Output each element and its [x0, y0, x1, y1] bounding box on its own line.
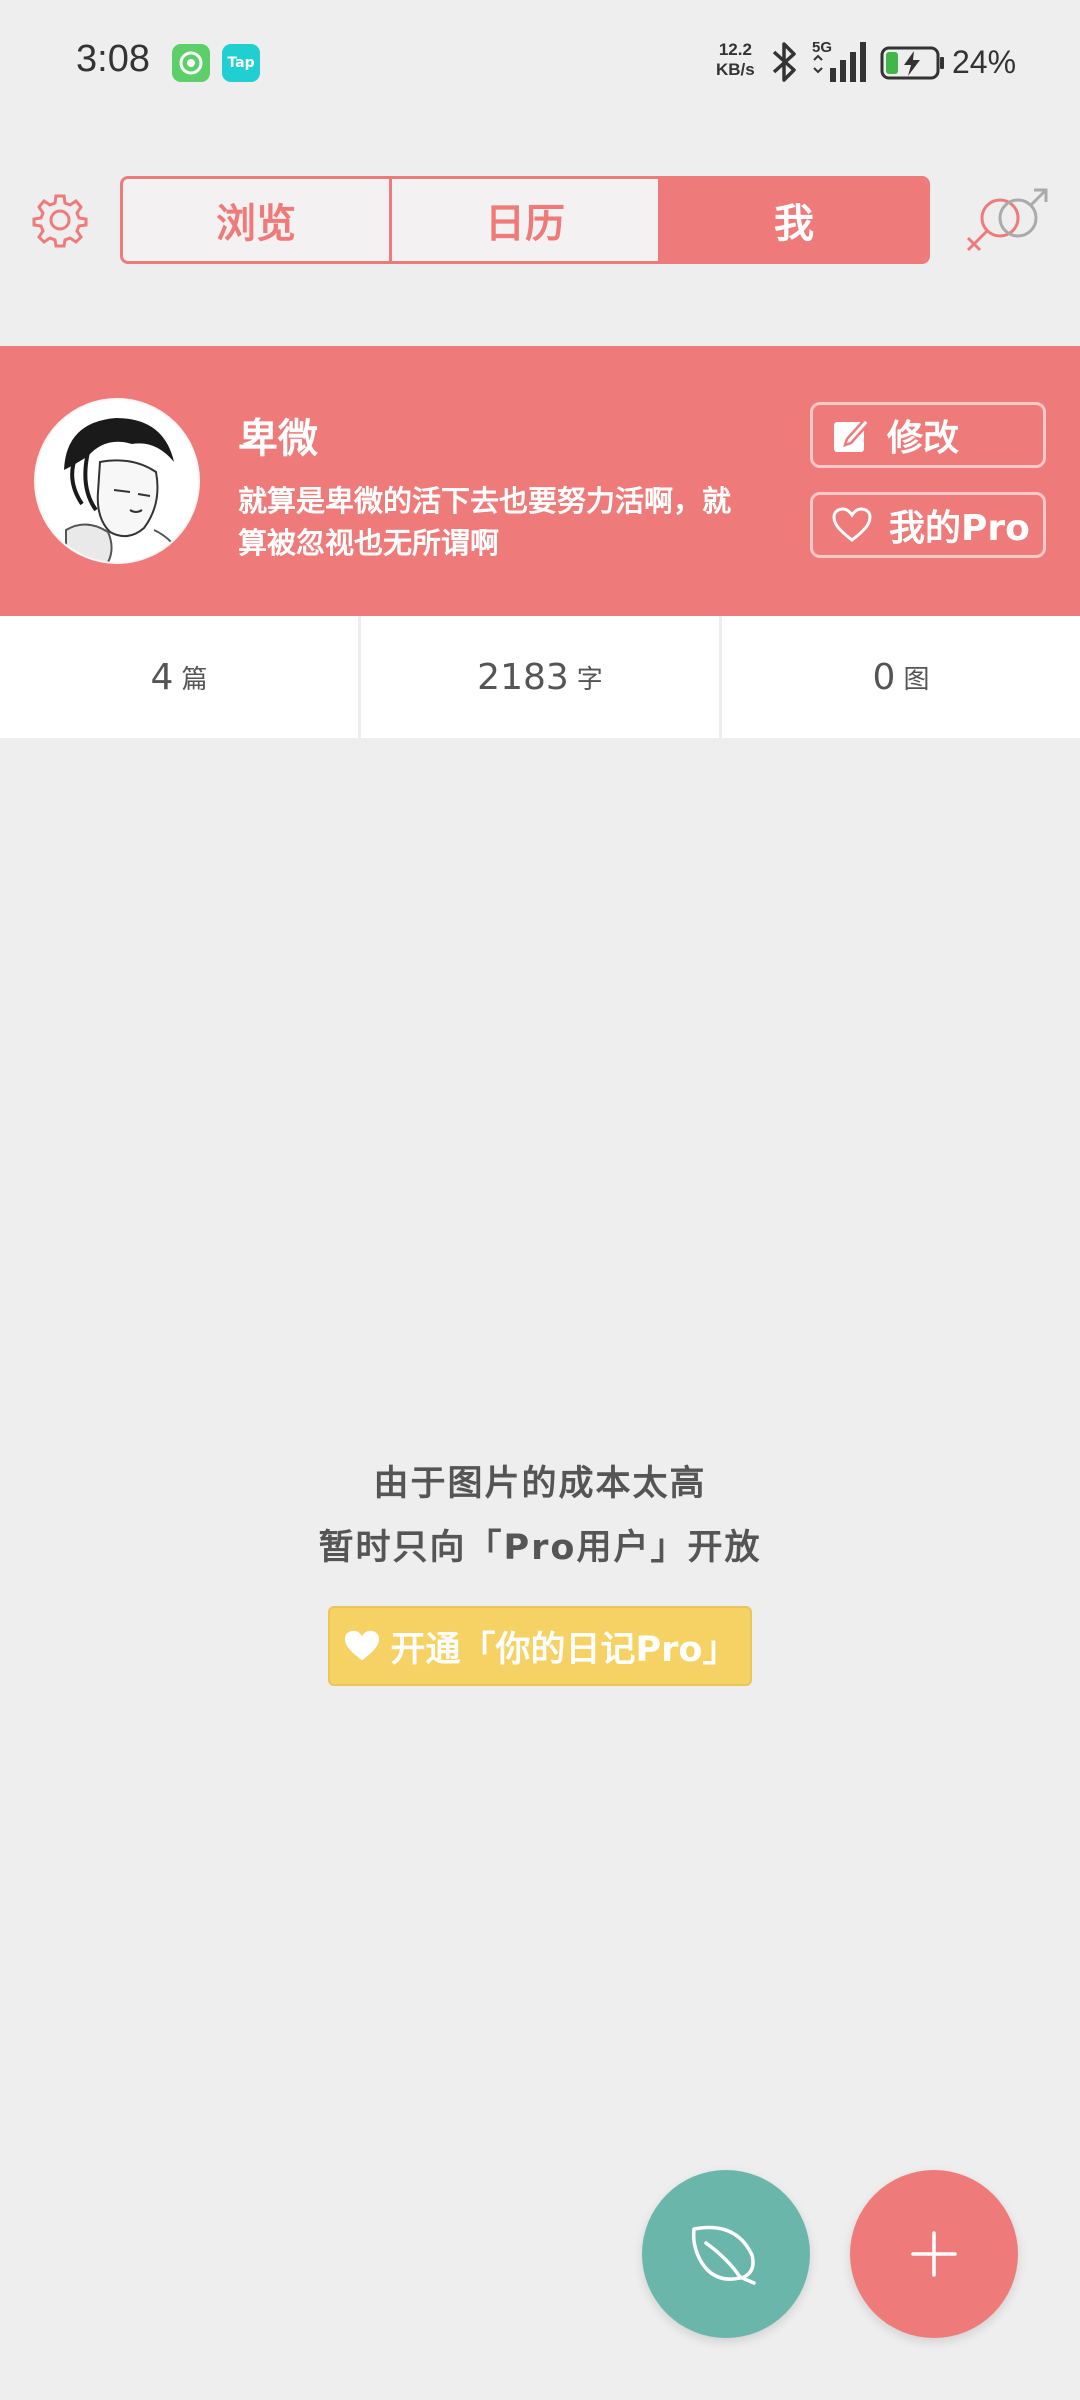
- tab-calendar[interactable]: 日历: [389, 179, 658, 261]
- heart-icon: [344, 1630, 379, 1661]
- heart-outline-icon: [832, 507, 872, 542]
- edit-icon: [834, 417, 871, 452]
- open-pro-button[interactable]: 开通「你的日记Pro」: [328, 1606, 752, 1686]
- tap-app-icon: Tap: [222, 44, 260, 82]
- main-tabs: 浏览 日历 我: [120, 176, 930, 264]
- plus-icon: [911, 2231, 957, 2277]
- edit-label: 修改: [887, 418, 960, 459]
- stat-entries: 4 篇: [0, 616, 358, 738]
- username: 卑微: [238, 416, 318, 462]
- stat-words-value: 2183: [477, 656, 569, 698]
- tab-me[interactable]: 我: [658, 179, 927, 261]
- profile-banner: 卑微 就算是卑微的活下去也要努力活啊，就算被忽视也无所谓啊 修改 我的Pro: [0, 346, 1080, 616]
- music-app-icon: [172, 44, 210, 82]
- gear-icon[interactable]: [32, 192, 88, 248]
- stat-words-unit: 字: [576, 664, 603, 695]
- battery-icon: [880, 46, 944, 80]
- bluetooth-icon: [772, 42, 796, 82]
- message-line-2: 暂时只向「Pro用户」开放: [318, 1528, 762, 1568]
- tab-browse-label: 浏览: [216, 201, 296, 247]
- tab-calendar-label: 日历: [485, 201, 565, 247]
- battery-percent: 24%: [952, 44, 1017, 80]
- leaf-fab-button[interactable]: [642, 2170, 810, 2338]
- open-pro-label: 开通「你的日记Pro」: [390, 1629, 738, 1670]
- status-bar: 3:08 Tap 12.2 KB/s 5G 24%: [0, 0, 1080, 110]
- stat-images-value: 0: [872, 656, 896, 698]
- user-bio: 就算是卑微的活下去也要努力活啊，就算被忽视也无所谓啊: [238, 484, 732, 560]
- tab-browse[interactable]: 浏览: [123, 179, 389, 261]
- my-pro-button[interactable]: 我的Pro: [810, 492, 1046, 558]
- tab-me-label: 我: [774, 201, 814, 247]
- edit-profile-button[interactable]: 修改: [810, 402, 1046, 468]
- stats-bar: 4 篇 2183 字 0 图: [0, 616, 1080, 738]
- stat-entries-value: 4: [150, 656, 174, 698]
- status-time: 3:08: [76, 38, 150, 80]
- net-speed-value: 12.2: [718, 40, 752, 59]
- stat-images-unit: 图: [903, 664, 930, 695]
- net-speed: 12.2 KB/s: [716, 40, 755, 80]
- add-entry-button[interactable]: [850, 2170, 1018, 2338]
- avatar[interactable]: [34, 398, 200, 564]
- network-type: 5G: [812, 39, 832, 56]
- signal-icon: 5G: [812, 39, 866, 82]
- message-line-1: 由于图片的成本太高: [373, 1464, 707, 1504]
- gender-icon[interactable]: [960, 188, 1052, 254]
- stat-images: 0 图: [719, 616, 1080, 738]
- leaf-icon: [691, 2225, 756, 2285]
- stat-entries-unit: 篇: [181, 664, 208, 695]
- my-pro-label: 我的Pro: [889, 508, 1030, 549]
- net-speed-unit: KB/s: [716, 60, 755, 79]
- pro-only-message: 由于图片的成本太高 暂时只向「Pro用户」开放: [0, 1452, 1080, 1580]
- stat-words: 2183 字: [358, 616, 719, 738]
